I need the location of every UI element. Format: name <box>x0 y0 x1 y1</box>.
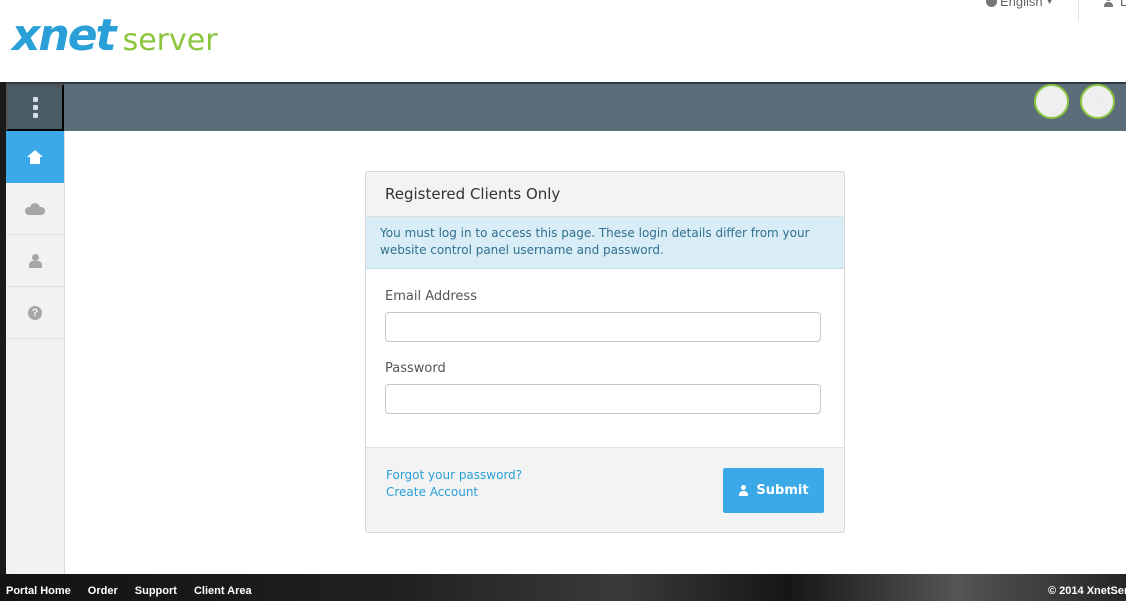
home-icon <box>27 150 43 164</box>
login-panel: Registered Clients Only You must log in … <box>365 171 845 533</box>
copyright-text: © 2014 XnetServer <box>1048 585 1126 597</box>
header-divider <box>1078 0 1079 22</box>
logo-server-text: server <box>122 23 218 58</box>
menu-dot-icon <box>32 105 38 110</box>
password-field[interactable] <box>385 384 821 414</box>
create-account-link[interactable]: Create Account <box>386 485 478 499</box>
page: xnet server English ▼ L ? Registered Cli… <box>0 0 1126 601</box>
panel-title: Registered Clients Only <box>366 172 844 217</box>
search-icon <box>1045 95 1058 108</box>
footer-link-client-area[interactable]: Client Area <box>194 585 252 597</box>
account-button[interactable] <box>1080 84 1115 119</box>
form-spacer <box>385 342 825 361</box>
user-icon <box>28 253 42 268</box>
globe-icon <box>986 0 997 7</box>
search-button[interactable] <box>1034 84 1069 119</box>
language-label: English <box>1000 0 1043 9</box>
help-icon: ? <box>28 305 42 320</box>
footer: Portal Home Order Support Client Area © … <box>0 574 1126 601</box>
top-user-label: L <box>1120 0 1126 9</box>
sidebar-item-cloud[interactable] <box>6 183 64 235</box>
email-field[interactable] <box>385 312 821 342</box>
user-icon <box>1103 0 1114 8</box>
login-alert: You must log in to access this page. The… <box>366 217 844 269</box>
logo-xnet-text: xnet <box>12 10 117 61</box>
submit-button[interactable]: Submit <box>723 468 824 513</box>
password-label: Password <box>385 361 446 376</box>
menu-toggle-button[interactable] <box>6 84 64 131</box>
sidebar-item-account[interactable] <box>6 235 64 287</box>
footer-nav: Portal Home Order Support Client Area <box>6 585 252 597</box>
submit-label: Submit <box>756 483 809 498</box>
forgot-password-link[interactable]: Forgot your password? <box>386 468 522 482</box>
login-form: Email Address Password <box>366 269 844 447</box>
menu-dot-icon <box>32 97 38 102</box>
header-band <box>0 82 1126 131</box>
user-icon <box>1092 95 1103 108</box>
footer-link-support[interactable]: Support <box>135 585 177 597</box>
menu-dot-icon <box>32 113 38 118</box>
sidebar-item-help[interactable]: ? <box>6 287 64 339</box>
panel-footer: Forgot your password? Create Account Sub… <box>366 447 844 532</box>
footer-link-portal-home[interactable]: Portal Home <box>6 585 71 597</box>
cloud-icon <box>25 202 45 215</box>
top-header: xnet server English ▼ L <box>0 0 1126 82</box>
language-selector[interactable]: English ▼ <box>986 0 1054 9</box>
sidebar-item-home[interactable] <box>6 131 64 183</box>
top-user-menu[interactable]: L <box>1103 0 1126 9</box>
chevron-down-icon: ▼ <box>1045 0 1054 6</box>
footer-link-order[interactable]: Order <box>88 585 118 597</box>
brand-logo[interactable]: xnet server <box>12 14 218 64</box>
user-icon <box>738 484 749 497</box>
email-label: Email Address <box>385 289 477 304</box>
sidebar: ? <box>6 131 65 574</box>
